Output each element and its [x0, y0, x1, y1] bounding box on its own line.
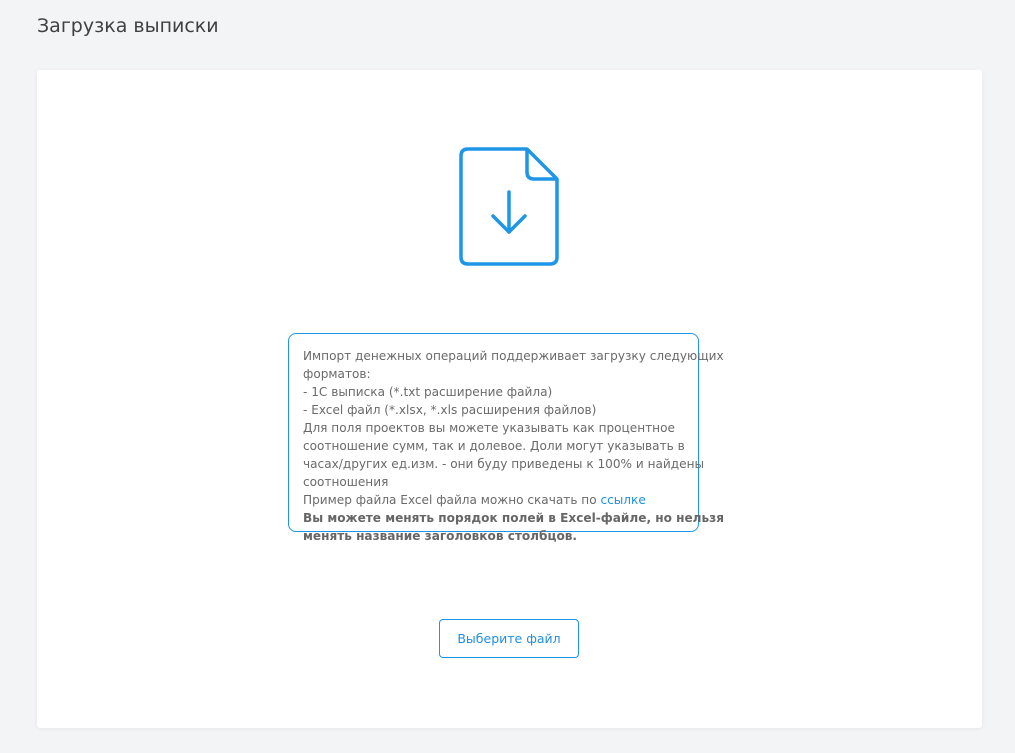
page-title: Загрузка выписки — [37, 15, 219, 37]
info-text-line: форматов: — [303, 367, 371, 381]
file-download-icon — [459, 147, 559, 266]
info-text-line: Для поля проектов вы можете указывать ка… — [303, 421, 675, 435]
info-text-line: - 1С выписка (*.txt расширение файла) — [303, 385, 553, 399]
info-text-line: Импорт денежных операций поддерживает за… — [303, 349, 724, 363]
info-warning-line: менять название заголовков столбцов. — [303, 529, 577, 543]
info-text-line: соотношение сумм, так и долевое. Доли мо… — [303, 439, 685, 453]
example-file-link[interactable]: ссылке — [600, 493, 645, 507]
choose-file-button[interactable]: Выберите файл — [439, 619, 579, 658]
info-text-line: соотношения — [303, 475, 389, 489]
example-file-text: Пример файла Excel файла можно скачать п… — [303, 493, 601, 507]
info-warning-line: Вы можете менять порядок полей в Excel-ф… — [303, 511, 724, 525]
info-text-line: часах/других ед.изм. - они буду приведен… — [303, 457, 705, 471]
upload-card: Импорт денежных операций поддерживает за… — [37, 70, 982, 728]
import-info-box: Импорт денежных операций поддерживает за… — [288, 333, 724, 543]
example-file-line: Пример файла Excel файла можно скачать п… — [303, 491, 684, 509]
info-text-line: - Excel файл (*.xlsx, *.xls расширения ф… — [303, 403, 597, 417]
